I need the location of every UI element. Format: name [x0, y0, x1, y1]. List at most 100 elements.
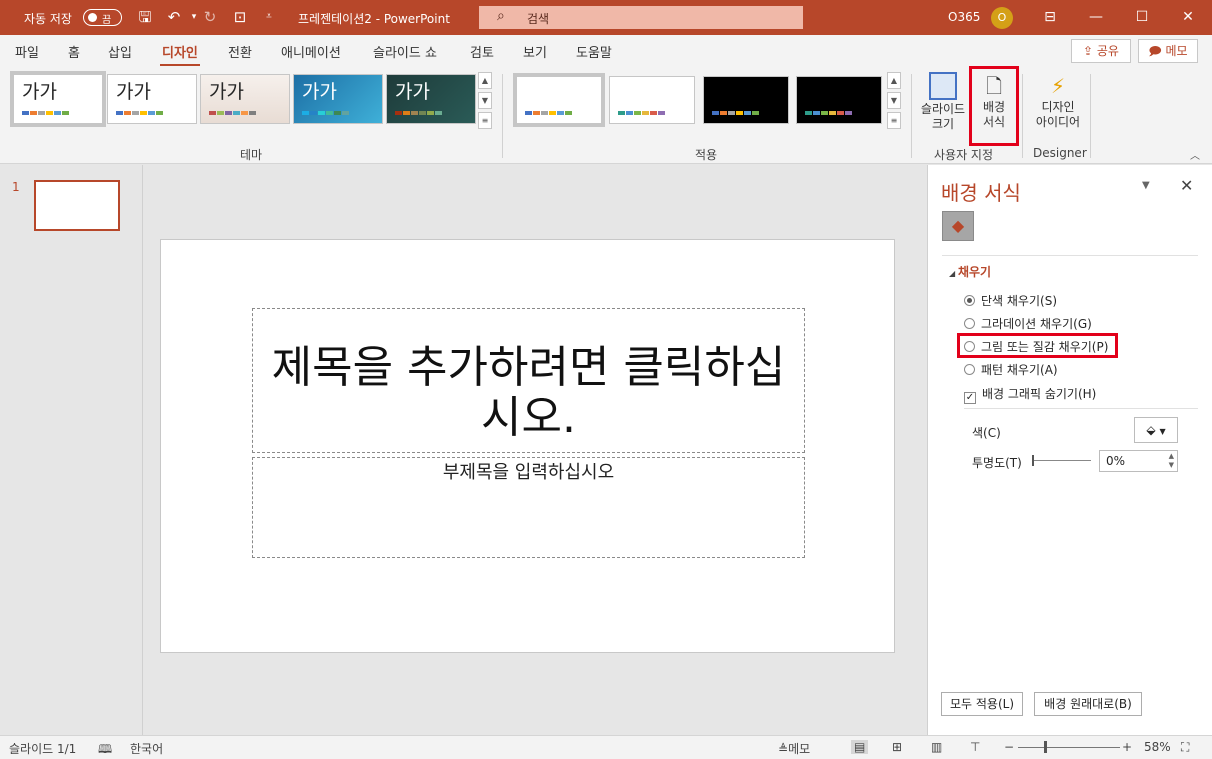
- subtitle-placeholder[interactable]: 부제목을 입력하십시오: [252, 457, 805, 558]
- tab-file[interactable]: 파일: [15, 42, 39, 61]
- close-icon[interactable]: ✕: [1174, 4, 1202, 30]
- maximize-icon[interactable]: ☐: [1128, 4, 1156, 30]
- search-box[interactable]: ⌕ 검색: [479, 6, 803, 29]
- tab-help[interactable]: 도움말: [576, 42, 612, 61]
- variant-4[interactable]: [796, 76, 882, 124]
- transparency-slider[interactable]: [1032, 455, 1091, 466]
- variant-3[interactable]: [703, 76, 789, 124]
- theme-office[interactable]: 가가: [10, 71, 106, 127]
- radio-solid-fill[interactable]: [964, 295, 975, 306]
- save-icon[interactable]: 🖫: [134, 7, 156, 27]
- design-ideas-button[interactable]: ⚡ 디자인 아이디어: [1030, 72, 1086, 130]
- slideshow-view-icon[interactable]: ⊤: [970, 740, 980, 754]
- ribbon-display-options-icon[interactable]: ⊟: [1036, 4, 1064, 30]
- slide-thumbnail[interactable]: [34, 180, 120, 231]
- tab-transitions[interactable]: 전환: [228, 42, 252, 61]
- radio-pattern-fill[interactable]: [964, 364, 975, 375]
- collapse-ribbon-icon[interactable]: ︿: [1190, 147, 1200, 162]
- account-name[interactable]: O365: [948, 10, 980, 24]
- color-picker-button[interactable]: ⬙ ▼: [1134, 417, 1178, 443]
- redo-icon[interactable]: ↻: [199, 7, 221, 27]
- present-from-start-icon[interactable]: ⊡: [229, 7, 251, 27]
- normal-view-icon[interactable]: ▤: [851, 740, 869, 754]
- tab-animations[interactable]: 애니메이션: [281, 42, 341, 61]
- option-solid-fill[interactable]: 단색 채우기(S): [964, 292, 1057, 309]
- tab-review[interactable]: 검토: [470, 42, 494, 61]
- paint-bucket-icon: ⬙: [1146, 423, 1156, 437]
- slide-counter: 슬라이드 1/1: [9, 742, 77, 756]
- pane-title: 배경 서식: [941, 181, 1021, 205]
- zoom-slider-thumb[interactable]: [1044, 741, 1047, 753]
- gallery-scroll-up-icon[interactable]: ▲: [478, 72, 492, 89]
- variants-scroll-down-icon[interactable]: ▼: [887, 92, 901, 109]
- tab-home[interactable]: 홈: [68, 42, 80, 61]
- slide-size-icon: [929, 72, 957, 100]
- spelling-icon[interactable]: 🕮: [98, 740, 112, 759]
- theme-2[interactable]: 가가: [107, 74, 197, 124]
- divider: [964, 408, 1198, 409]
- tab-design[interactable]: 디자인: [160, 42, 200, 67]
- hide-graphics-checkbox[interactable]: ✓: [964, 392, 976, 404]
- title-placeholder[interactable]: 제목을 추가하려면 클릭하십시오.: [252, 308, 805, 453]
- transparency-input[interactable]: 0% ▲ ▼: [1099, 450, 1178, 472]
- pane-close-icon[interactable]: ✕: [1180, 176, 1193, 195]
- option-pattern-fill[interactable]: 패턴 채우기(A): [964, 361, 1058, 378]
- document-title: 프레젠테이션2 - PowerPoint: [298, 12, 450, 26]
- option-hide-background-graphics[interactable]: ✓ 배경 그래픽 숨기기(H): [964, 385, 1096, 404]
- option-label: 그라데이션 채우기(G): [981, 317, 1092, 331]
- customize-qat-icon[interactable]: ⩡: [258, 7, 280, 27]
- variants-more-icon[interactable]: ≡: [887, 112, 901, 129]
- gallery-scroll-down-icon[interactable]: ▼: [478, 92, 492, 109]
- slide-size-button[interactable]: 슬라이드 크기: [918, 72, 968, 132]
- apply-to-all-button[interactable]: 모두 적용(L): [941, 692, 1023, 716]
- undo-icon[interactable]: ↶: [163, 7, 185, 27]
- option-label: 패턴 채우기(A): [981, 363, 1058, 377]
- customize-group-label: 사용자 지정: [934, 148, 994, 162]
- fill-category-icon[interactable]: ◆: [942, 211, 974, 241]
- theme-3[interactable]: 가가: [200, 74, 290, 124]
- fit-to-window-icon[interactable]: ⛶: [1181, 740, 1189, 755]
- option-gradient-fill[interactable]: 그라데이션 채우기(G): [964, 315, 1092, 332]
- zoom-out-icon[interactable]: −: [1004, 740, 1014, 754]
- transparency-value: 0%: [1106, 454, 1126, 468]
- zoom-in-icon[interactable]: +: [1122, 740, 1132, 754]
- theme-sample-text: 가가: [116, 81, 151, 103]
- ribbon: 가가 가가 가가 가가 가가 ▲ ▼ ≡ 테마 ▲ ▼ ≡ 적용 슬라이드 크기…: [0, 66, 1212, 164]
- tab-insert[interactable]: 삽입: [108, 42, 132, 61]
- comments-button[interactable]: 🗩 메모: [1138, 39, 1198, 63]
- comments-label: 메모: [1165, 44, 1188, 58]
- variants-group-label: 적용: [695, 148, 718, 162]
- notes-button[interactable]: ≜메모: [778, 740, 810, 757]
- theme-5[interactable]: 가가: [386, 74, 476, 124]
- share-button[interactable]: ⇪ 공유: [1071, 39, 1131, 63]
- autosave-toggle[interactable]: 끔: [83, 9, 122, 26]
- tab-slideshow[interactable]: 슬라이드 쇼: [373, 42, 437, 61]
- design-ideas-label-2: 아이디어: [1035, 115, 1081, 129]
- tab-view[interactable]: 보기: [523, 42, 547, 61]
- theme-4[interactable]: 가가: [293, 74, 383, 124]
- design-ideas-label-1: 디자인: [1041, 100, 1075, 114]
- theme-sample-text: 가가: [22, 81, 57, 103]
- slide-canvas: 제목을 추가하려면 클릭하십시오. 부제목을 입력하십시오: [160, 239, 895, 653]
- variant-1[interactable]: [513, 73, 605, 127]
- variant-2[interactable]: [609, 76, 695, 124]
- divider: [1090, 74, 1091, 158]
- slide-size-label: 슬라이드 크기: [920, 102, 966, 131]
- reading-view-icon[interactable]: ▥: [931, 740, 942, 754]
- share-label: 공유: [1096, 44, 1119, 58]
- language-indicator[interactable]: 한국어: [130, 740, 163, 757]
- radio-gradient-fill[interactable]: [964, 318, 975, 329]
- minimize-icon[interactable]: —: [1082, 4, 1110, 30]
- avatar[interactable]: O: [991, 7, 1013, 29]
- gallery-more-icon[interactable]: ≡: [478, 112, 492, 129]
- divider: [502, 74, 503, 158]
- fill-section-header[interactable]: ◢ 채우기: [949, 263, 991, 280]
- slide-sorter-icon[interactable]: ⊞: [892, 740, 902, 754]
- pane-options-icon[interactable]: ▼: [1142, 180, 1150, 191]
- search-icon: ⌕: [497, 8, 505, 24]
- zoom-slider[interactable]: [1018, 747, 1120, 748]
- reset-background-button[interactable]: 배경 원래대로(B): [1034, 692, 1142, 716]
- spinner-icon[interactable]: ▲ ▼: [1169, 452, 1174, 470]
- variants-scroll-up-icon[interactable]: ▲: [887, 72, 901, 89]
- zoom-level[interactable]: 58%: [1144, 740, 1171, 754]
